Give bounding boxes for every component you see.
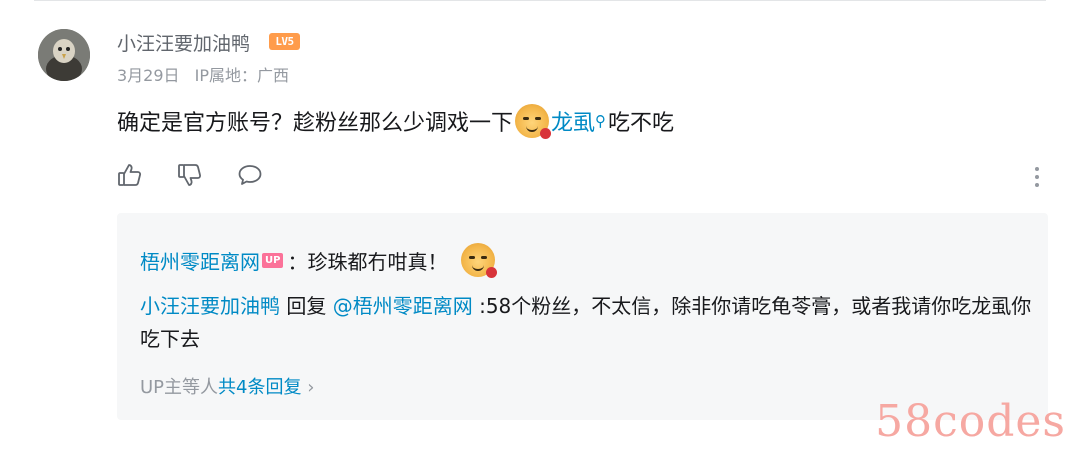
comment-text-after: 吃不吃 [608,111,675,136]
chevron-right-icon: › [307,377,315,398]
more-replies-count[interactable]: 共4条回复 [218,377,301,398]
view-more-replies[interactable]: UP主等人共4条回复 › [140,373,314,399]
dislike-icon[interactable] [177,162,203,188]
comment-username[interactable]: 小汪汪要加油鸭 [117,29,250,56]
search-icon[interactable]: ⚲ [595,112,606,130]
top-divider [34,0,1046,1]
reply-icon[interactable] [237,162,263,188]
reply-panel: 梧州零距离网 UP ：珍珠都冇咁真！ 小汪汪要加油鸭 回复 @梧州零距离网 :5… [117,213,1048,420]
comment-meta: 3月29日 IP属地：广西 [117,62,299,86]
mention-link[interactable]: @梧州零距离网 [333,294,473,318]
reply-username[interactable]: 小汪汪要加油鸭 [140,294,280,318]
avatar-image [38,29,90,81]
comment-actions [117,162,297,188]
dog-rose-emoji-icon [461,243,498,278]
reply-item: 梧州零距离网 UP ：珍珠都冇咁真！ [140,243,498,278]
avatar[interactable] [38,29,90,81]
reply-text: ：珍珠都冇咁真！ [287,249,448,274]
comment-date: 3月29日 [117,66,180,85]
up-badge: UP [262,252,284,268]
comment-text: 确定是官方账号？趁粉丝那么少调戏一下 龙虱 ⚲ 吃不吃 [117,104,675,139]
comment-text-before: 确定是官方账号？趁粉丝那么少调戏一下 [117,111,514,136]
level-badge: LV5 [269,33,300,50]
ip-location: IP属地：广西 [194,66,290,85]
like-icon[interactable] [117,162,143,188]
reply-item: 小汪汪要加油鸭 回复 @梧州零距离网 :58个粉丝，不太信，除非你请吃龟苓膏，或… [140,290,1040,356]
more-replies-prefix: UP主等人 [140,377,219,398]
keyword-link[interactable]: 龙虱 [551,105,595,137]
dog-rose-emoji-icon [515,104,552,139]
reply-username[interactable]: 梧州零距离网 [140,246,260,275]
reply-word: 回复 [280,294,333,318]
watermark: 58codes [875,396,1066,447]
more-icon[interactable] [1032,164,1042,190]
